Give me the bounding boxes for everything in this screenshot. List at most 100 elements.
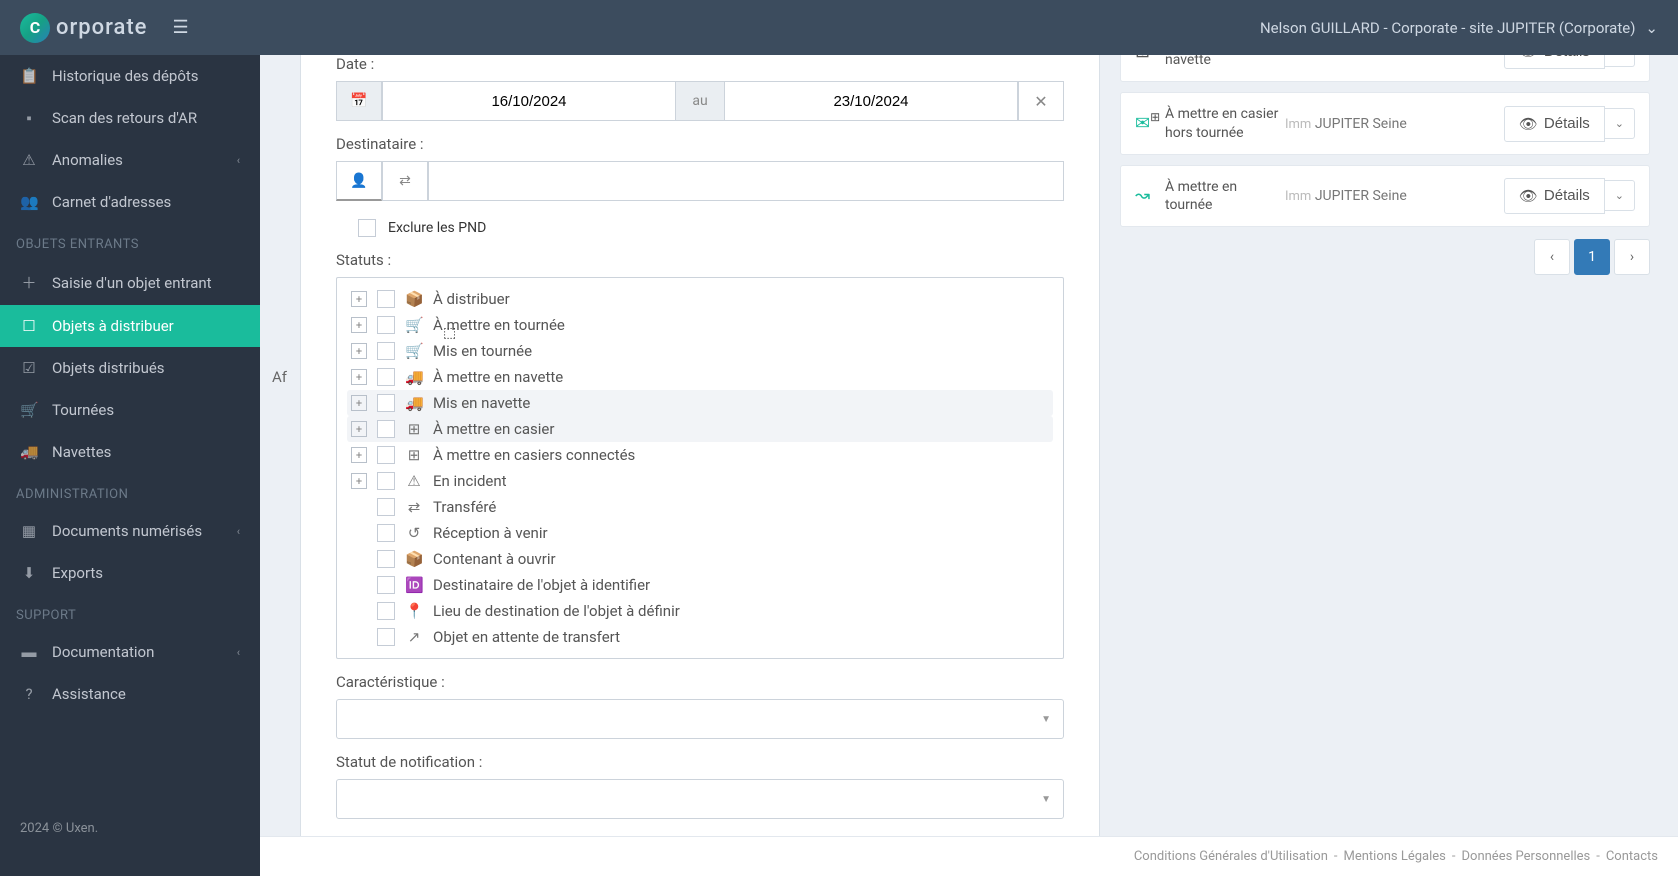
status-item[interactable]: +📦À distribuer	[347, 286, 1053, 312]
status-checkbox[interactable]	[377, 524, 395, 542]
sidebar-item-label: Historique des dépôts	[52, 67, 199, 85]
status-label: Mis en navette	[433, 394, 530, 412]
footer-link[interactable]: Données Personnelles	[1462, 849, 1591, 864]
dest-person-tab[interactable]: 👤	[336, 161, 382, 201]
caracteristique-select[interactable]: ▼	[336, 699, 1064, 739]
status-item[interactable]: +⚠En incident	[347, 468, 1053, 494]
status-item[interactable]: ↺Réception à venir	[347, 520, 1053, 546]
expand-icon[interactable]: +	[351, 317, 367, 333]
sidebar-item[interactable]: 👥Carnet d'adresses	[0, 181, 260, 223]
status-item[interactable]: 📦Contenant à ouvrir	[347, 546, 1053, 572]
sidebar-item-label: Assistance	[52, 685, 126, 703]
card-location: Imm JUPITER Seine	[1285, 116, 1504, 132]
date-from-input[interactable]	[382, 81, 676, 121]
status-item[interactable]: +🚚À mettre en navette	[347, 364, 1053, 390]
sidebar-item[interactable]: 🚚Navettes	[0, 431, 260, 473]
destinataire-input[interactable]	[428, 161, 1064, 201]
sidebar-item[interactable]: ▬Documentation‹	[0, 631, 260, 673]
sidebar-item[interactable]: 📋Historique des dépôts	[0, 55, 260, 97]
page-footer: Conditions Générales d'Utilisation - Men…	[260, 836, 1678, 876]
sidebar-item-icon: ⚠	[20, 151, 38, 169]
calendar-icon[interactable]: 📅	[336, 81, 382, 121]
chevron-down-icon: ⌄	[1645, 19, 1658, 37]
sidebar-item-icon: ▪	[20, 109, 38, 127]
sidebar-item-icon: ?	[20, 685, 38, 703]
sidebar-item[interactable]: ＋Saisie d'un objet entrant	[0, 260, 260, 305]
date-to-input[interactable]	[724, 81, 1018, 121]
status-item[interactable]: +⊞À mettre en casiers connectés	[347, 442, 1053, 468]
dest-route-tab[interactable]: ⇄	[382, 161, 428, 201]
sidebar-item[interactable]: ☑Objets distribués	[0, 347, 260, 389]
details-button[interactable]: 👁 Détails	[1504, 178, 1605, 214]
status-icon: 🚚	[405, 394, 423, 412]
status-checkbox[interactable]	[377, 472, 395, 490]
sidebar-header-support: SUPPORT	[0, 594, 260, 631]
result-card: ↝À mettre en tournéeImm JUPITER Seine👁 D…	[1120, 165, 1650, 227]
date-separator: au	[676, 81, 724, 121]
status-checkbox[interactable]	[377, 576, 395, 594]
hamburger-icon[interactable]: ☰	[172, 17, 188, 38]
status-item[interactable]: ⇄Transféré	[347, 494, 1053, 520]
status-item[interactable]: + 🚚 Mis en navette	[347, 390, 1053, 416]
status-item[interactable]: ↗Objet en attente de transfert	[347, 624, 1053, 650]
expand-icon[interactable]: +	[351, 473, 367, 489]
expand-icon[interactable]: +	[351, 395, 367, 411]
status-checkbox[interactable]	[377, 628, 395, 646]
status-icon: 🛒	[405, 316, 423, 334]
sidebar-item-label: Tournées	[52, 401, 114, 419]
status-checkbox[interactable]	[377, 498, 395, 516]
afficher-label: Af	[272, 368, 287, 386]
page-prev-button[interactable]: ‹	[1534, 239, 1570, 275]
notification-select[interactable]: ▼	[336, 779, 1064, 819]
status-label: Lieu de destination de l'objet à définir	[433, 602, 680, 620]
page-next-button[interactable]: ›	[1614, 239, 1650, 275]
notification-label: Statut de notification :	[336, 753, 1064, 771]
exclude-pnd-checkbox[interactable]	[358, 219, 376, 237]
sidebar-item[interactable]: ? Assistance	[0, 673, 260, 715]
status-item[interactable]: +🛒À mettre en tournée	[347, 312, 1053, 338]
footer-link[interactable]: Mentions Légales	[1344, 849, 1446, 864]
status-checkbox[interactable]	[377, 394, 395, 412]
expand-icon[interactable]: +	[351, 421, 367, 437]
status-item[interactable]: 📍Lieu de destination de l'objet à défini…	[347, 598, 1053, 624]
sidebar-header-admin: ADMINISTRATION	[0, 473, 260, 510]
status-checkbox[interactable]	[377, 342, 395, 360]
logo[interactable]: C orporate	[20, 13, 147, 43]
sidebar-item-label: Carnet d'adresses	[52, 193, 171, 211]
status-icon: 🛒	[405, 342, 423, 360]
status-label: Mis en tournée	[433, 342, 532, 360]
sidebar-item[interactable]: 🛒Tournées	[0, 389, 260, 431]
sidebar-item[interactable]: ▦Documents numérisés‹	[0, 510, 260, 552]
status-item[interactable]: 🆔Destinataire de l'objet à identifier	[347, 572, 1053, 598]
expand-icon[interactable]: +	[351, 369, 367, 385]
expand-icon[interactable]: +	[351, 343, 367, 359]
status-item[interactable]: + 🛒 Mis en tournée	[347, 338, 1053, 364]
status-checkbox[interactable]	[377, 290, 395, 308]
status-checkbox[interactable]	[377, 446, 395, 464]
status-checkbox[interactable]	[377, 602, 395, 620]
chevron-down-icon: ▼	[1041, 714, 1051, 725]
sidebar-item[interactable]: ⬇Exports	[0, 552, 260, 594]
footer-link[interactable]: Conditions Générales d'Utilisation	[1134, 849, 1328, 864]
status-label: Réception à venir	[433, 524, 548, 542]
card-dropdown-button[interactable]: ⌄	[1605, 108, 1635, 139]
details-button[interactable]: 👁 Détails	[1504, 106, 1605, 142]
sidebar-item[interactable]: ▪ Scan des retours d'AR	[0, 97, 260, 139]
status-item[interactable]: +⊞À mettre en casier	[347, 416, 1053, 442]
sidebar-item[interactable]: ☐Objets à distribuer	[0, 305, 260, 347]
clear-date-button[interactable]: ✕	[1018, 81, 1064, 121]
expand-icon[interactable]: +	[351, 447, 367, 463]
status-checkbox[interactable]	[377, 316, 395, 334]
sidebar-item[interactable]: ⚠Anomalies‹	[0, 139, 260, 181]
page-number-button[interactable]: 1	[1574, 239, 1610, 275]
destinataire-label: Destinataire :	[336, 135, 1064, 153]
status-checkbox[interactable]	[377, 550, 395, 568]
sidebar-item-label: Scan des retours d'AR	[52, 109, 197, 127]
chevron-down-icon: ▼	[1041, 794, 1051, 805]
footer-link[interactable]: Contacts	[1606, 849, 1658, 864]
user-menu[interactable]: Nelson GUILLARD - Corporate - site JUPIT…	[1260, 19, 1658, 37]
status-checkbox[interactable]	[377, 368, 395, 386]
status-checkbox[interactable]	[377, 420, 395, 438]
expand-icon[interactable]: +	[351, 291, 367, 307]
card-dropdown-button[interactable]: ⌄	[1605, 180, 1635, 211]
